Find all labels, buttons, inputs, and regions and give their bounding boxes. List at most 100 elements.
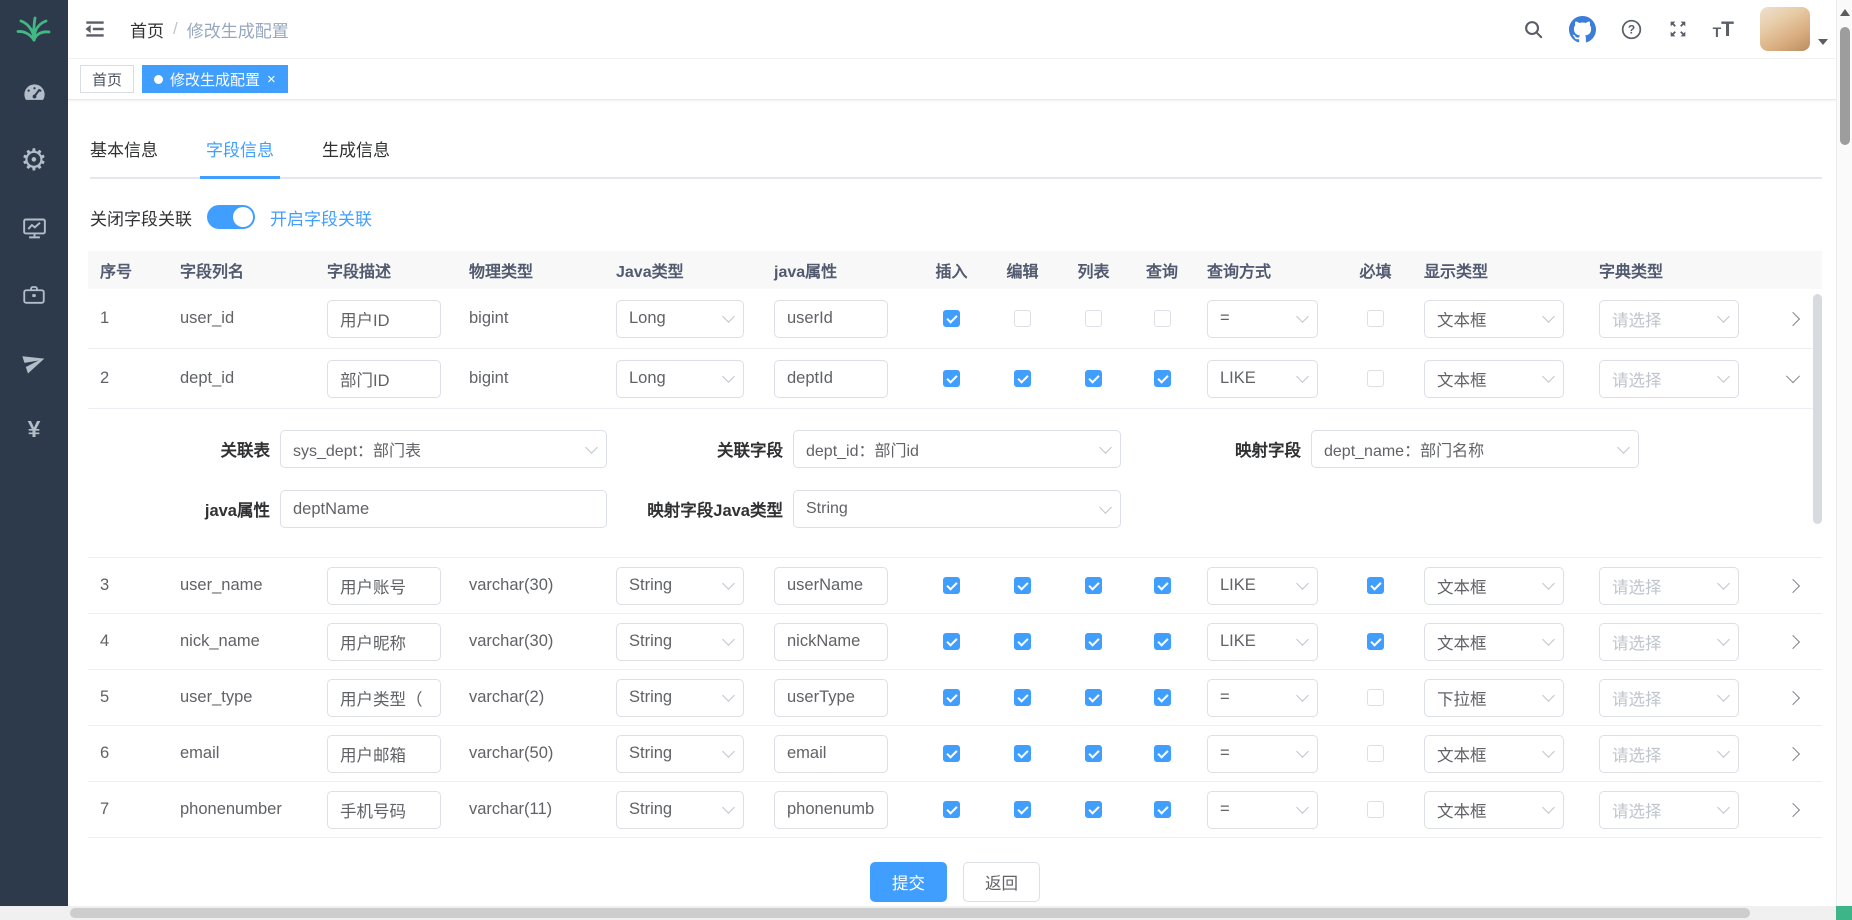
edit-checkbox[interactable]	[1014, 633, 1031, 650]
query-checkbox[interactable]	[1154, 801, 1171, 818]
dict-type-select[interactable]: 请选择	[1599, 679, 1739, 717]
list-checkbox[interactable]	[1085, 310, 1102, 327]
display-type-select[interactable]: 文本框	[1424, 567, 1564, 605]
avatar[interactable]	[1760, 7, 1810, 51]
java-prop-input[interactable]	[774, 360, 888, 398]
list-checkbox[interactable]	[1085, 801, 1102, 818]
display-type-select[interactable]: 文本框	[1424, 791, 1564, 829]
dict-type-select[interactable]: 请选择	[1599, 300, 1739, 338]
query-checkbox[interactable]	[1154, 633, 1171, 650]
required-checkbox[interactable]	[1367, 689, 1384, 706]
field-desc-input[interactable]	[327, 735, 441, 773]
field-desc-input[interactable]	[327, 360, 441, 398]
dict-type-select[interactable]: 请选择	[1599, 791, 1739, 829]
search-icon[interactable]	[1522, 18, 1545, 41]
breadcrumb-home[interactable]: 首页	[130, 17, 164, 42]
insert-checkbox[interactable]	[943, 801, 960, 818]
dict-type-select[interactable]: 请选择	[1599, 735, 1739, 773]
query-type-select[interactable]: LIKE	[1207, 623, 1318, 661]
sidebar-item-gear-icon[interactable]: ⚙	[0, 147, 68, 175]
field-desc-input[interactable]	[327, 623, 441, 661]
java-prop-input[interactable]	[774, 679, 888, 717]
field-relation-switch[interactable]	[207, 205, 255, 229]
field-desc-input[interactable]	[327, 300, 441, 338]
java-type-select[interactable]: Long	[616, 360, 744, 398]
expand-row-button[interactable]	[1786, 802, 1800, 816]
edit-checkbox[interactable]	[1014, 689, 1031, 706]
font-size-icon[interactable]: TT	[1713, 19, 1734, 40]
display-type-select[interactable]: 文本框	[1424, 623, 1564, 661]
required-checkbox[interactable]	[1367, 370, 1384, 387]
tag-close-icon[interactable]: ×	[267, 72, 276, 87]
java-type-select[interactable]: String	[616, 735, 744, 773]
java-prop-input[interactable]	[774, 567, 888, 605]
java-type-select[interactable]: Long	[616, 300, 744, 338]
java-type-select[interactable]: String	[616, 679, 744, 717]
mapping-java-type-select[interactable]: String	[793, 490, 1121, 528]
tag-0[interactable]: 首页	[80, 65, 134, 93]
required-checkbox[interactable]	[1367, 801, 1384, 818]
edit-checkbox[interactable]	[1014, 310, 1031, 327]
sidebar-item-monitor-chart-icon[interactable]	[0, 214, 68, 242]
edit-checkbox[interactable]	[1014, 745, 1031, 762]
required-checkbox[interactable]	[1367, 310, 1384, 327]
tab-1[interactable]: 字段信息	[206, 136, 274, 177]
insert-checkbox[interactable]	[943, 689, 960, 706]
list-checkbox[interactable]	[1085, 370, 1102, 387]
query-checkbox[interactable]	[1154, 745, 1171, 762]
insert-checkbox[interactable]	[943, 745, 960, 762]
back-button[interactable]: 返回	[963, 862, 1040, 902]
field-desc-input[interactable]	[327, 567, 441, 605]
tab-2[interactable]: 生成信息	[322, 136, 390, 177]
scroll-up-icon[interactable]	[1840, 9, 1850, 16]
insert-checkbox[interactable]	[943, 577, 960, 594]
required-checkbox[interactable]	[1367, 745, 1384, 762]
display-type-select[interactable]: 文本框	[1424, 360, 1564, 398]
java-type-select[interactable]: String	[616, 623, 744, 661]
java-type-select[interactable]: String	[616, 567, 744, 605]
list-checkbox[interactable]	[1085, 577, 1102, 594]
github-icon[interactable]	[1569, 16, 1596, 43]
required-checkbox[interactable]	[1367, 633, 1384, 650]
help-icon[interactable]: ?	[1620, 18, 1643, 41]
sidebar-item-money-icon[interactable]: ¥	[0, 415, 68, 443]
insert-checkbox[interactable]	[943, 310, 960, 327]
required-checkbox[interactable]	[1367, 577, 1384, 594]
display-type-select[interactable]: 文本框	[1424, 735, 1564, 773]
query-type-select[interactable]: =	[1207, 300, 1318, 338]
table-scrollbar-thumb[interactable]	[1813, 294, 1822, 524]
display-type-select[interactable]: 下拉框	[1424, 679, 1564, 717]
query-type-select[interactable]: =	[1207, 679, 1318, 717]
submit-button[interactable]: 提交	[870, 862, 947, 902]
app-logo-icon[interactable]	[0, 0, 68, 58]
insert-checkbox[interactable]	[943, 633, 960, 650]
java-prop-input[interactable]	[774, 791, 888, 829]
edit-checkbox[interactable]	[1014, 370, 1031, 387]
query-type-select[interactable]: LIKE	[1207, 567, 1318, 605]
java-prop-input[interactable]	[774, 623, 888, 661]
field-desc-input[interactable]	[327, 679, 441, 717]
query-checkbox[interactable]	[1154, 577, 1171, 594]
dict-type-select[interactable]: 请选择	[1599, 567, 1739, 605]
panel-java-prop-input[interactable]	[280, 490, 607, 528]
dict-type-select[interactable]: 请选择	[1599, 360, 1739, 398]
sidebar-item-dashboard-icon[interactable]	[0, 80, 68, 108]
tag-active[interactable]: 修改生成配置×	[142, 65, 288, 93]
display-type-select[interactable]: 文本框	[1424, 300, 1564, 338]
query-type-select[interactable]: =	[1207, 791, 1318, 829]
fullscreen-icon[interactable]	[1667, 18, 1689, 40]
query-checkbox[interactable]	[1154, 689, 1171, 706]
sidebar-item-paper-plane-icon[interactable]	[0, 348, 68, 376]
edit-checkbox[interactable]	[1014, 577, 1031, 594]
page-vertical-scrollbar[interactable]	[1836, 0, 1852, 906]
expand-row-button[interactable]	[1786, 311, 1800, 325]
dict-type-select[interactable]: 请选择	[1599, 623, 1739, 661]
java-prop-input[interactable]	[774, 735, 888, 773]
expand-row-button[interactable]	[1786, 690, 1800, 704]
hamburger-icon[interactable]	[82, 16, 108, 42]
expand-row-button[interactable]	[1786, 746, 1800, 760]
caret-down-icon[interactable]	[1818, 39, 1828, 45]
tab-0[interactable]: 基本信息	[90, 136, 158, 177]
expand-row-button[interactable]	[1786, 578, 1800, 592]
java-type-select[interactable]: String	[616, 791, 744, 829]
